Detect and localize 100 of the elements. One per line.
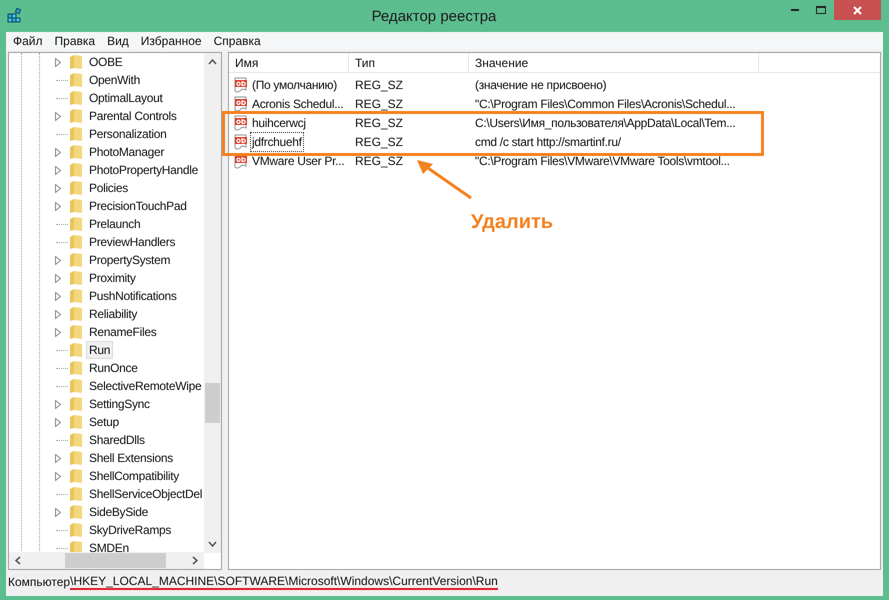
expand-arrow-icon[interactable] bbox=[55, 256, 61, 264]
tree-item[interactable]: RunOnce bbox=[86, 359, 141, 377]
folder-icon bbox=[69, 162, 83, 178]
folder-icon bbox=[69, 522, 83, 538]
value-data: cmd /c start http://smartinf.ru/ bbox=[474, 134, 621, 150]
folder-icon bbox=[69, 450, 83, 466]
vertical-scrollbar[interactable] bbox=[204, 53, 221, 553]
folder-icon bbox=[69, 540, 83, 553]
tree-item[interactable]: SharedDlls bbox=[86, 431, 148, 449]
expand-arrow-icon[interactable] bbox=[55, 328, 61, 336]
value-name[interactable]: VMware User Pr... bbox=[250, 150, 346, 170]
expand-arrow-icon[interactable] bbox=[55, 274, 61, 282]
string-value-icon bbox=[233, 114, 249, 130]
close-icon bbox=[853, 6, 862, 14]
expand-arrow-icon[interactable] bbox=[55, 508, 61, 516]
annotation-label: Удалить bbox=[471, 210, 554, 235]
string-value-icon bbox=[233, 76, 249, 92]
maximize-icon bbox=[816, 6, 826, 14]
tree-item[interactable]: PreviewHandlers bbox=[86, 233, 178, 251]
expand-arrow-icon[interactable] bbox=[55, 184, 61, 192]
value-name[interactable]: (По умолчанию) bbox=[250, 74, 339, 94]
tree-item[interactable]: Policies bbox=[86, 179, 131, 197]
tree-item[interactable]: SelectiveRemoteWipe bbox=[86, 377, 204, 395]
tree-item[interactable]: ShellCompatibility bbox=[86, 467, 182, 485]
tree-item[interactable]: Proximity bbox=[86, 269, 139, 287]
scroll-up-icon[interactable] bbox=[208, 59, 217, 65]
value-data: C:\Users\Имя_пользователя\AppData\Local\Tem... bbox=[474, 114, 736, 132]
status-path: \HKEY_LOCAL_MACHINE\SOFTWARE\Microsoft\Windows\CurrentVersion\Run bbox=[70, 574, 498, 590]
tree-item[interactable]: SkyDriveRamps bbox=[86, 521, 174, 539]
folder-icon bbox=[69, 360, 83, 376]
menu-item[interactable]: Файл bbox=[13, 32, 43, 50]
expand-arrow-icon[interactable] bbox=[55, 472, 61, 480]
minimize-icon bbox=[791, 9, 799, 11]
expand-arrow-icon[interactable] bbox=[55, 148, 61, 156]
expand-arrow-icon[interactable] bbox=[55, 292, 61, 300]
value-name[interactable]: huihcerwcj bbox=[250, 112, 308, 132]
scroll-left-icon[interactable] bbox=[15, 556, 21, 565]
registry-cubes-icon bbox=[6, 6, 24, 24]
tree-item[interactable]: OpenWith bbox=[86, 71, 143, 89]
expand-arrow-icon[interactable] bbox=[55, 58, 61, 66]
tree-item[interactable]: Run bbox=[86, 341, 114, 359]
scroll-down-icon[interactable] bbox=[208, 541, 217, 547]
close-button[interactable] bbox=[834, 0, 881, 20]
scroll-right-icon[interactable] bbox=[192, 556, 198, 565]
menu-item[interactable]: Справка bbox=[214, 32, 261, 50]
menu-item[interactable]: Вид bbox=[107, 32, 129, 50]
folder-icon bbox=[69, 252, 83, 268]
tree-item[interactable]: PropertySystem bbox=[86, 251, 174, 269]
menu-item[interactable]: Избранное bbox=[140, 32, 202, 50]
value-type: REG_SZ bbox=[354, 152, 404, 170]
expand-arrow-icon[interactable] bbox=[55, 202, 61, 210]
tree-item[interactable]: PhotoManager bbox=[86, 143, 168, 161]
tree-item[interactable]: Personalization bbox=[86, 125, 170, 143]
expand-arrow-icon[interactable] bbox=[55, 454, 61, 462]
expand-arrow-icon[interactable] bbox=[55, 310, 61, 318]
status-root: Компьютер bbox=[8, 574, 70, 591]
value-type: REG_SZ bbox=[354, 114, 404, 132]
string-value-icon bbox=[233, 134, 249, 150]
tree-item[interactable]: PhotoPropertyHandle bbox=[86, 161, 202, 179]
tree-item[interactable]: SideBySide bbox=[86, 503, 152, 521]
folder-icon bbox=[69, 306, 83, 322]
expand-arrow-icon[interactable] bbox=[55, 418, 61, 426]
menu-item[interactable]: Правка bbox=[54, 32, 96, 50]
tree-item[interactable]: RenameFiles bbox=[86, 323, 160, 341]
scrollbar-thumb[interactable] bbox=[65, 553, 166, 568]
expand-arrow-icon[interactable] bbox=[55, 166, 61, 174]
tree-item[interactable]: ShellServiceObjectDel bbox=[86, 485, 206, 503]
folder-icon bbox=[69, 468, 83, 484]
column-header[interactable]: Значение bbox=[469, 53, 759, 73]
window-title: Редактор реестра bbox=[370, 7, 498, 27]
expand-arrow-icon[interactable] bbox=[55, 400, 61, 408]
folder-icon bbox=[69, 432, 83, 448]
horizontal-scrollbar[interactable] bbox=[9, 552, 204, 569]
value-name[interactable]: Acronis Schedul... bbox=[250, 94, 346, 114]
tree-item[interactable]: Setup bbox=[86, 413, 122, 431]
tree-item[interactable]: OOBE bbox=[86, 53, 126, 71]
tree-item[interactable]: Reliability bbox=[86, 305, 140, 323]
folder-icon bbox=[69, 126, 83, 142]
value-type: REG_SZ bbox=[354, 134, 404, 150]
tree-item[interactable]: Shell Extensions bbox=[86, 449, 176, 467]
tree-item[interactable]: SettingSync bbox=[86, 395, 153, 413]
tree-item[interactable]: SMDEn bbox=[86, 539, 132, 553]
folder-icon bbox=[69, 54, 83, 70]
scrollbar-thumb[interactable] bbox=[205, 383, 220, 423]
tree-item[interactable]: Prelaunch bbox=[86, 215, 144, 233]
column-header[interactable]: Имя bbox=[229, 53, 349, 73]
tree-item[interactable]: Parental Controls bbox=[86, 107, 180, 125]
folder-icon bbox=[69, 288, 83, 304]
column-header[interactable]: Тип bbox=[349, 53, 469, 73]
tree-item[interactable]: PrecisionTouchPad bbox=[86, 197, 190, 215]
folder-icon bbox=[69, 342, 83, 358]
expand-arrow-icon[interactable] bbox=[55, 112, 61, 120]
tree-item[interactable]: PushNotifications bbox=[86, 287, 180, 305]
tree-item[interactable]: OptimalLayout bbox=[86, 89, 166, 107]
folder-icon bbox=[69, 486, 83, 502]
folder-icon bbox=[69, 396, 83, 412]
value-name[interactable]: jdfrchuehf bbox=[250, 132, 304, 152]
value-data: (значение не присвоено) bbox=[474, 76, 606, 94]
folder-icon bbox=[69, 324, 83, 340]
folder-icon bbox=[69, 108, 83, 124]
